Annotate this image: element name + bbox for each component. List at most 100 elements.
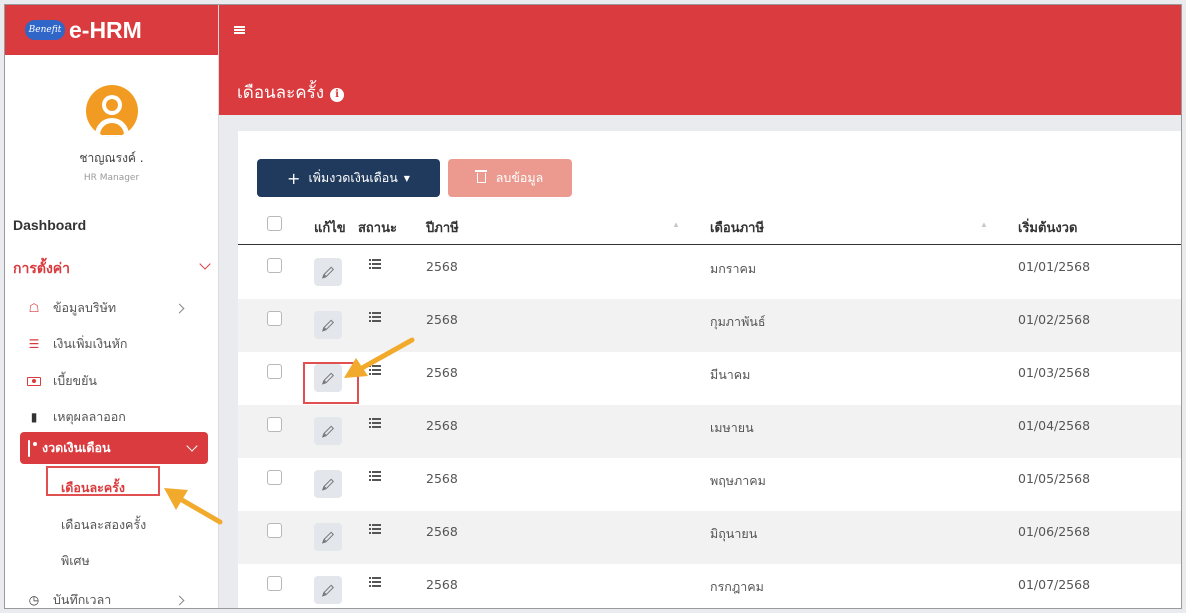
add-payroll-period-button[interactable]: + เพิ่มงวดเงินเดือน ▼ xyxy=(257,159,440,197)
sidebar-item-label: ข้อมูลบริษัท xyxy=(53,300,117,315)
cell-start-date: 01/04/2568 xyxy=(1018,418,1091,433)
document-icon: ▮ xyxy=(30,410,38,424)
clock-icon: ◷ xyxy=(28,593,40,607)
list-icon: ☰ xyxy=(28,337,40,351)
col-edit-header: แก้ไข xyxy=(314,220,346,235)
cell-start-date: 01/07/2568 xyxy=(1018,577,1091,592)
cell-start-date: 01/05/2568 xyxy=(1018,471,1091,486)
col-tax-year-header[interactable]: ปีภาษี xyxy=(426,217,459,238)
caret-down-icon: ▼ xyxy=(403,173,410,183)
sidebar-subitem-special[interactable]: พิเศษ xyxy=(61,551,90,571)
row-checkbox[interactable] xyxy=(267,576,282,591)
brand-bar[interactable]: Benefit e-HRM xyxy=(5,5,218,55)
sidebar-item-label: เงินเพิ่มเงินหัก xyxy=(53,336,128,351)
money-icon xyxy=(28,439,30,457)
trash-icon xyxy=(474,170,487,183)
money-icon xyxy=(27,374,41,388)
status-list-icon[interactable] xyxy=(369,259,381,269)
user-name: ชาญณรงค์ . xyxy=(79,151,144,165)
edit-button[interactable] xyxy=(314,576,342,604)
cell-tax-month: มีนาคม xyxy=(710,367,751,382)
select-all-checkbox[interactable] xyxy=(267,216,282,231)
home-icon: ☖ xyxy=(28,301,40,315)
chevron-down-icon xyxy=(199,258,211,270)
col-start-header[interactable]: เริ่มต้นงวด xyxy=(1018,217,1077,238)
page-title: เดือนละครั้ง i xyxy=(237,79,345,106)
cell-tax-year: 2568 xyxy=(426,471,458,486)
brand-name: e-HRM xyxy=(69,16,142,43)
app-window: Benefit e-HRM ชาญณรงค์ . HR Manager Dash… xyxy=(4,4,1182,609)
table-row[interactable]: 2568 มกราคม 01/01/2568 xyxy=(238,246,1181,299)
edit-button[interactable] xyxy=(314,523,342,551)
table-header: แก้ไข สถานะ ปีภาษี ▲ เดือนภาษี ▲ เริ่มต้… xyxy=(238,203,1181,245)
cell-tax-year: 2568 xyxy=(426,365,458,380)
row-checkbox[interactable] xyxy=(267,364,282,379)
cell-tax-year: 2568 xyxy=(426,259,458,274)
sidebar-item-allowance[interactable]: ☰ เงินเพิ่มเงินหัก xyxy=(27,334,195,354)
brand-logo: Benefit xyxy=(25,20,65,40)
row-checkbox[interactable] xyxy=(267,258,282,273)
sidebar-subitem-twice-monthly[interactable]: เดือนละสองครั้ง xyxy=(61,515,146,535)
user-role: HR Manager xyxy=(83,173,140,183)
plus-icon: + xyxy=(287,168,301,188)
sidebar-item-company[interactable]: ☖ ข้อมูลบริษัท xyxy=(27,298,195,318)
cell-tax-month: มกราคม xyxy=(710,261,757,276)
col-tax-month-header[interactable]: เดือนภาษี xyxy=(710,217,764,238)
pencil-icon xyxy=(322,425,334,437)
table-row[interactable]: 2568 กรกฎาคม 01/07/2568 xyxy=(238,564,1181,608)
cell-tax-year: 2568 xyxy=(426,418,458,433)
row-checkbox[interactable] xyxy=(267,417,282,432)
delete-button-label: ลบข้อมูล xyxy=(495,170,544,185)
sidebar-subitem-monthly[interactable]: เดือนละครั้ง xyxy=(61,478,125,498)
nav-settings[interactable]: การตั้งค่า xyxy=(13,258,211,280)
status-list-icon[interactable] xyxy=(369,312,381,322)
row-checkbox[interactable] xyxy=(267,470,282,485)
pencil-icon xyxy=(322,319,334,331)
delete-button[interactable]: ลบข้อมูล xyxy=(448,159,572,197)
table-row[interactable]: 2568 เมษายน 01/04/2568 xyxy=(238,405,1181,458)
edit-button[interactable] xyxy=(314,417,342,445)
sidebar-item-diligence[interactable]: เบี้ยขยัน xyxy=(27,371,195,391)
cell-tax-month: มิถุนายน xyxy=(710,526,758,541)
sidebar-item-label: เหตุผลลาออก xyxy=(53,409,126,424)
edit-button[interactable] xyxy=(314,258,342,286)
edit-button[interactable] xyxy=(314,470,342,498)
sort-icon: ▲ xyxy=(980,220,988,229)
annotation-highlight-box xyxy=(303,362,359,404)
pencil-icon xyxy=(322,531,334,543)
row-checkbox[interactable] xyxy=(267,311,282,326)
col-status-header: สถานะ xyxy=(358,220,397,235)
pencil-icon xyxy=(322,478,334,490)
sort-icon: ▲ xyxy=(672,220,680,229)
chevron-right-icon xyxy=(174,595,185,605)
sidebar-item-payroll-period[interactable]: งวดเงินเดือน xyxy=(20,432,208,464)
status-list-icon[interactable] xyxy=(369,524,381,534)
user-profile: ชาญณรงค์ . HR Manager xyxy=(5,55,218,207)
sidebar: Benefit e-HRM ชาญณรงค์ . HR Manager Dash… xyxy=(5,5,219,608)
cell-start-date: 01/03/2568 xyxy=(1018,365,1091,380)
table-row[interactable]: 2568 กุมภาพันธ์ 01/02/2568 xyxy=(238,299,1181,352)
status-list-icon[interactable] xyxy=(369,577,381,587)
sidebar-item-label: เบี้ยขยัน xyxy=(53,373,97,388)
nav-dashboard[interactable]: Dashboard xyxy=(13,217,86,233)
edit-button[interactable] xyxy=(314,311,342,339)
info-icon[interactable]: i xyxy=(330,88,345,102)
sidebar-item-time-record[interactable]: ◷ บันทึกเวลา xyxy=(27,590,195,608)
content-card: + เพิ่มงวดเงินเดือน ▼ ลบข้อมูล แก้ไข สถา… xyxy=(238,131,1181,608)
sidebar-item-label: งวดเงินเดือน xyxy=(42,440,111,455)
table-row[interactable]: 2568 พฤษภาคม 01/05/2568 xyxy=(238,458,1181,511)
status-list-icon[interactable] xyxy=(369,365,381,375)
avatar[interactable] xyxy=(85,85,138,137)
sidebar-item-resign-reason[interactable]: ▮ เหตุผลลาออก xyxy=(27,407,195,427)
table-row[interactable]: 2568 มิถุนายน 01/06/2568 xyxy=(238,511,1181,564)
status-list-icon[interactable] xyxy=(369,418,381,428)
cell-tax-year: 2568 xyxy=(426,524,458,539)
sidebar-item-label: บันทึกเวลา xyxy=(53,592,112,607)
chevron-down-icon xyxy=(186,440,198,452)
row-checkbox[interactable] xyxy=(267,523,282,538)
cell-tax-month: กรกฎาคม xyxy=(710,579,764,594)
pencil-icon xyxy=(322,266,334,278)
hamburger-menu-icon[interactable] xyxy=(234,26,245,34)
status-list-icon[interactable] xyxy=(369,471,381,481)
table-row[interactable]: 2568 มีนาคม 01/03/2568 xyxy=(238,352,1181,405)
